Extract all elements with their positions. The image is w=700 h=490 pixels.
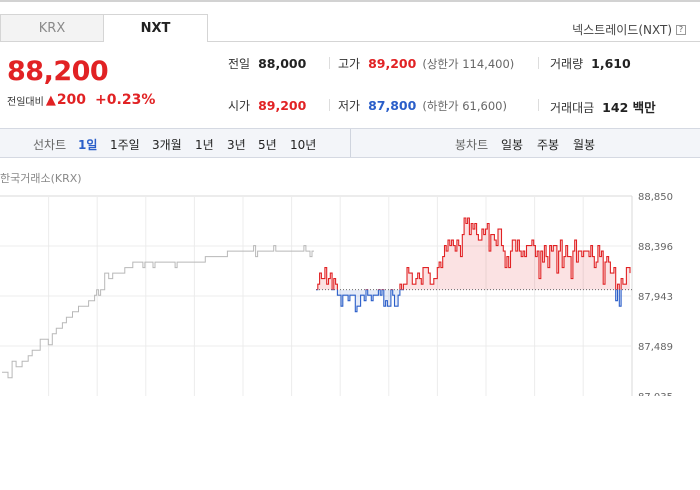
period-1y[interactable]: 1년 (195, 136, 214, 153)
y-tick-label: 87,035 (638, 392, 673, 396)
stat-divider (329, 99, 330, 111)
candle-monthly[interactable]: 월봉 (573, 136, 595, 153)
stat-label: 고가 (338, 57, 361, 71)
stat-value: 89,200 (258, 98, 307, 113)
candle-daily[interactable]: 일봉 (501, 136, 523, 153)
stat-label: 시가 (228, 99, 251, 113)
stat-value: 1,610 (591, 56, 631, 71)
stat-amount: 거래대금 142 백만 (550, 97, 656, 116)
up-triangle-icon: ▲ (45, 92, 56, 108)
stat-label: 거래대금 (550, 101, 595, 115)
y-tick-label: 88,396 (638, 242, 673, 253)
stat-subvalue: (상한가 114,400) (422, 57, 515, 71)
line-chart-label: 선차트 (33, 138, 67, 152)
stat-prev-close: 전일 88,000 (228, 55, 306, 72)
top-border (0, 0, 700, 2)
change-rate: +0.23% (95, 92, 156, 108)
y-tick-label: 87,489 (638, 342, 673, 353)
period-1w[interactable]: 1주일 (110, 136, 140, 153)
help-icon[interactable]: ? (676, 24, 686, 35)
y-tick-label: 88,850 (638, 192, 673, 203)
stat-value: 89,200 (368, 56, 417, 71)
candle-weekly[interactable]: 주봉 (537, 136, 559, 153)
stat-low: 저가 87,800 (하한가 61,600) (338, 97, 507, 114)
stat-divider (538, 57, 539, 69)
price-change: 전일대비 ▲ 200 +0.23% (7, 92, 155, 108)
tab-underline (208, 41, 700, 42)
stat-label: 저가 (338, 99, 361, 113)
candle-chart-label: 봉차트 (455, 138, 489, 152)
period-3y[interactable]: 3년 (227, 136, 246, 153)
period-1d[interactable]: 1일 (78, 136, 97, 153)
stat-label: 거래량 (550, 57, 584, 71)
current-price: 88,200 (7, 56, 109, 87)
y-tick-label: 87,943 (638, 292, 673, 303)
price-chart: 88,850 88,396 87,943 87,489 87,035 (0, 192, 673, 396)
tab-krx[interactable]: KRX (0, 14, 104, 42)
period-10y[interactable]: 10년 (290, 136, 316, 153)
change-label: 전일대비 (7, 96, 44, 108)
change-value: 200 (56, 92, 87, 108)
stat-open: 시가 89,200 (228, 97, 306, 114)
stat-high: 고가 89,200 (상한가 114,400) (338, 55, 514, 72)
market-tabs: KRX NXT (0, 14, 208, 42)
nxt-info-link[interactable]: 넥스트레이드(NXT) ? (572, 21, 686, 38)
period-3m[interactable]: 3개월 (152, 136, 182, 153)
stat-label: 전일 (228, 57, 251, 71)
period-selector: 선차트 1일 1주일 3개월 1년 3년 5년 10년 봉차트 일봉 주봉 월봉 (0, 128, 700, 158)
stat-value: 87,800 (368, 98, 417, 113)
stat-value: 142 백만 (602, 100, 656, 115)
stat-value: 88,000 (258, 56, 307, 71)
stat-volume: 거래량 1,610 (550, 55, 631, 72)
stat-divider (538, 99, 539, 111)
nxt-link-label: 넥스트레이드(NXT) (572, 23, 672, 37)
period-5y[interactable]: 5년 (258, 136, 277, 153)
tab-nxt[interactable]: NXT (104, 14, 208, 42)
stat-divider (329, 57, 330, 69)
stat-subvalue: (하한가 61,600) (422, 99, 507, 113)
period-divider (350, 129, 351, 157)
